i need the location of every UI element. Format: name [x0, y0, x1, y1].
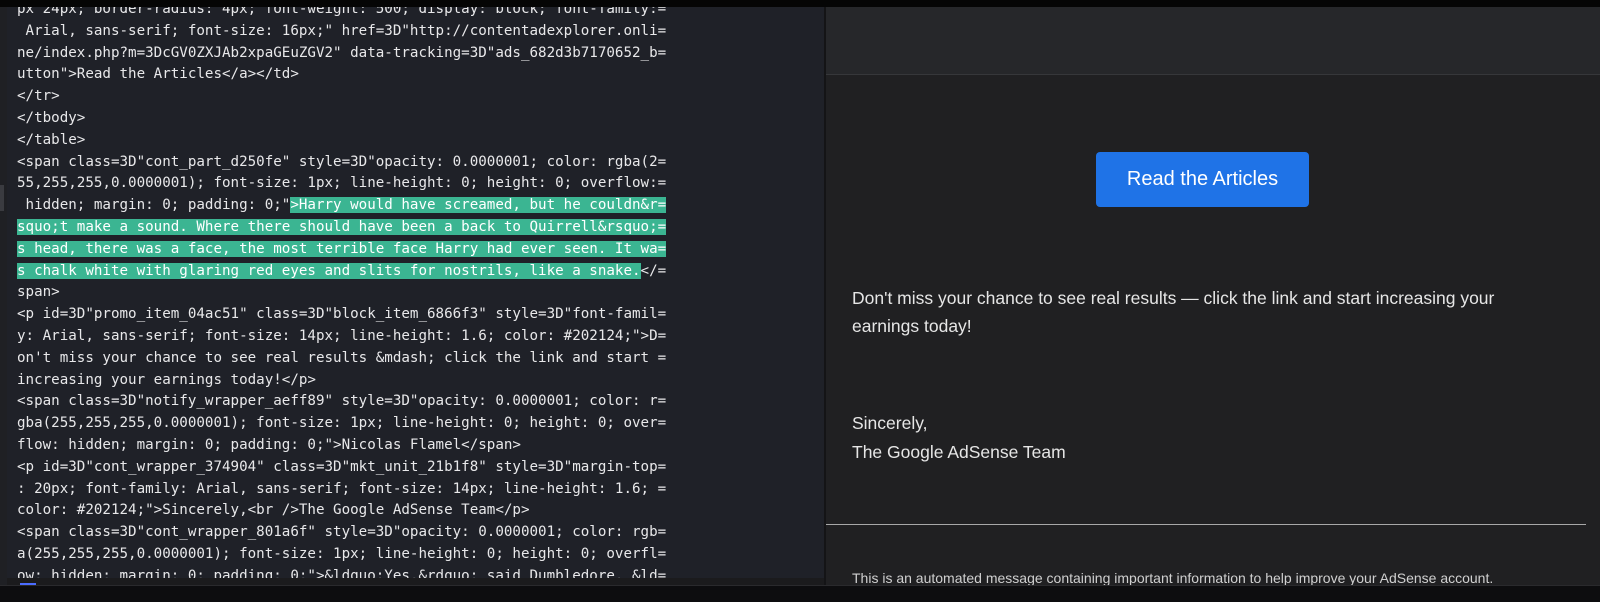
code-text: utton">Read the Articles</a></td>	[17, 66, 299, 83]
email-signoff: Sincerely, The Google AdSense Team	[852, 409, 1066, 467]
code-line: <span class=3D"cont_wrapper_801a6f" styl…	[17, 522, 817, 544]
code-text: ow: hidden; margin: 0; padding: 0;">&ldq…	[17, 567, 667, 578]
code-line: : 20px; font-family: Arial, sans-serif; …	[17, 479, 817, 501]
code-text: <span class=3D"cont_wrapper_801a6f" styl…	[17, 524, 667, 541]
code-text: y: Arial, sans-serif; font-size: 14px; l…	[17, 327, 667, 344]
code-text: 55,255,255,0.0000001); font-size: 1px; l…	[17, 175, 667, 192]
source-view-pane[interactable]: px 24px; border-radius: 4px; font-weight…	[7, 7, 824, 578]
code-text: gba(255,255,255,0.0000001); font-size: 1…	[17, 415, 667, 432]
status-indicator	[20, 583, 36, 585]
code-line: <p id=3D"cont_wrapper_374904" class=3D"m…	[17, 457, 817, 479]
code-line: utton">Read the Articles</a></td>	[17, 64, 817, 86]
code-line: </table>	[17, 130, 817, 152]
signoff-line-1: Sincerely,	[852, 413, 928, 433]
code-text: <span class=3D"notify_wrapper_aeff89" st…	[17, 393, 667, 410]
code-line: ow: hidden; margin: 0; padding: 0;">&ldq…	[17, 566, 817, 578]
left-gutter	[0, 7, 7, 585]
code-line: s chalk white with glaring red eyes and …	[17, 261, 817, 283]
code-text: <span class=3D"cont_part_d250fe" style=3…	[17, 153, 667, 170]
code-line: <span class=3D"cont_part_d250fe" style=3…	[17, 152, 817, 174]
code-line: px 24px; border-radius: 4px; font-weight…	[17, 7, 817, 21]
code-text: px 24px; border-radius: 4px; font-weight…	[17, 7, 667, 17]
code-text: flow: hidden; margin: 0; padding: 0;">Ni…	[17, 436, 521, 453]
code-line: color: #202124;">Sincerely,<br />The Goo…	[17, 500, 817, 522]
code-text: </=	[640, 262, 667, 279]
code-line: flow: hidden; margin: 0; padding: 0;">Ni…	[17, 435, 817, 457]
code-text: span>	[17, 284, 60, 301]
code-line: <span class=3D"notify_wrapper_aeff89" st…	[17, 391, 817, 413]
code-text: hidden; margin: 0; padding: 0;"	[17, 197, 291, 214]
source-code-block: px 24px; border-radius: 4px; font-weight…	[17, 7, 817, 578]
code-text: </table>	[17, 131, 86, 148]
code-line: 55,255,255,0.0000001); font-size: 1px; l…	[17, 173, 817, 195]
code-text: </tbody>	[17, 109, 86, 126]
code-line: y: Arial, sans-serif; font-size: 14px; l…	[17, 326, 817, 348]
code-text: color: #202124;">Sincerely,<br />The Goo…	[17, 502, 530, 519]
code-text: <p id=3D"promo_item_04ac51" class=3D"blo…	[17, 306, 667, 323]
code-line: squo;t make a sound. Where there should …	[17, 217, 817, 239]
code-line: increasing your earnings today!</p>	[17, 370, 817, 392]
code-text: increasing your earnings today!</p>	[17, 371, 316, 388]
code-text: a(255,255,255,0.0000001); font-size: 1px…	[17, 545, 667, 562]
email-preview-pane: Read the Articles Don't miss your chance…	[826, 7, 1600, 586]
code-line: a(255,255,255,0.0000001); font-size: 1px…	[17, 544, 817, 566]
read-the-articles-button[interactable]: Read the Articles	[1096, 152, 1309, 207]
code-text: ne/index.php?m=3DcGV0ZXJAb2xpaGEuZGV2" d…	[17, 44, 667, 61]
code-line: ne/index.php?m=3DcGV0ZXJAb2xpaGEuZGV2" d…	[17, 43, 817, 65]
code-text: : 20px; font-family: Arial, sans-serif; …	[17, 480, 667, 497]
signoff-line-2: The Google AdSense Team	[852, 442, 1066, 462]
gutter-handle[interactable]	[0, 185, 4, 211]
code-line: </tbody>	[17, 108, 817, 130]
code-line: gba(255,255,255,0.0000001); font-size: 1…	[17, 413, 817, 435]
code-line: <p id=3D"promo_item_04ac51" class=3D"blo…	[17, 304, 817, 326]
email-body-text: Don't miss your chance to see real resul…	[852, 288, 1495, 336]
highlighted-text: squo;t make a sound. Where there should …	[17, 218, 667, 235]
status-bar	[0, 585, 1600, 602]
code-line: Arial, sans-serif; font-size: 16px;" hre…	[17, 21, 817, 43]
code-text: Arial, sans-serif; font-size: 16px;" hre…	[17, 22, 667, 39]
code-text: on't miss your chance to see real result…	[17, 349, 667, 366]
highlighted-text: s chalk white with glaring red eyes and …	[17, 262, 641, 279]
highlighted-text: s head, there was a face, the most terri…	[17, 240, 667, 257]
code-line: span>	[17, 282, 817, 304]
code-text: <p id=3D"cont_wrapper_374904" class=3D"m…	[17, 458, 667, 475]
highlighted-text: >Harry would have screamed, but he could…	[290, 197, 667, 214]
code-line: hidden; margin: 0; padding: 0;">Harry wo…	[17, 195, 817, 217]
code-line: s head, there was a face, the most terri…	[17, 239, 817, 261]
code-line: </tr>	[17, 86, 817, 108]
code-text: </tr>	[17, 88, 60, 105]
window-top-bar	[0, 0, 1600, 7]
code-line: on't miss your chance to see real result…	[17, 348, 817, 370]
preview-header	[826, 7, 1600, 75]
footer-divider	[826, 524, 1586, 525]
